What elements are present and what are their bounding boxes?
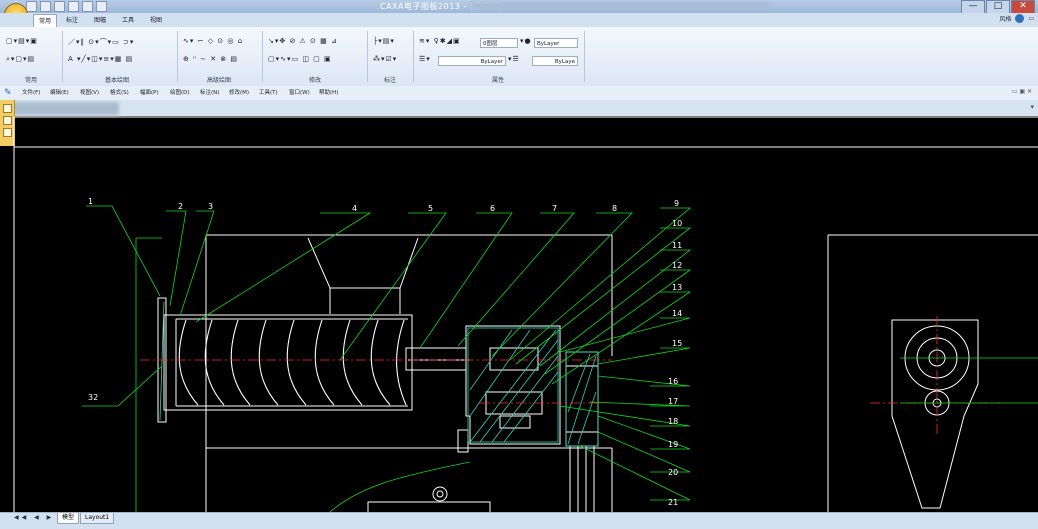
menu-app-icon[interactable]: ✎ <box>4 86 12 100</box>
common-tools-row1[interactable]: ▢▾▤▾▣ <box>6 37 38 45</box>
document-window-controls[interactable]: ▭ ▣ ✕ <box>1012 88 1032 95</box>
ribbon-tabs: 常用 标注 图幅 工具 视图 <box>0 13 1038 28</box>
balloon-4: 4 <box>352 204 357 213</box>
balloon-5: 5 <box>428 204 433 213</box>
menu-bar: ✎ 文件(F) 编辑(E) 视图(V) 格式(S) 幅面(P) 绘图(D) 标注… <box>0 86 1038 101</box>
menu-draw[interactable]: 绘图(D) <box>170 86 190 100</box>
color-picker-icon[interactable]: ▾● <box>520 37 532 45</box>
annotate-row2[interactable]: ⁂▾☑▾ <box>373 55 397 63</box>
ribbon-right-controls: 风格 ▭ <box>999 14 1034 23</box>
menu-format[interactable]: 格式(S) <box>110 86 129 100</box>
print-icon[interactable] <box>68 1 79 12</box>
layer-dropdown[interactable]: 0图层 <box>480 38 518 48</box>
advanced-draw-row1[interactable]: ∿▾ ⌐ ◇ ⊙ ◎ ⌂ <box>183 37 243 45</box>
tab-tools[interactable]: 工具 <box>122 14 134 27</box>
balloon-11: 11 <box>672 241 682 250</box>
tab-common[interactable]: 常用 <box>33 14 58 28</box>
color-dropdown[interactable]: ByLayer <box>534 38 578 48</box>
annotate-row1[interactable]: ├▾▤▾ <box>373 37 395 45</box>
group-label-advanced-draw: 高级绘图 <box>207 77 232 84</box>
save-icon[interactable] <box>54 1 65 12</box>
balloon-21: 21 <box>668 498 678 507</box>
balloon-20: 20 <box>668 468 678 477</box>
lineweight-dropdown[interactable]: ByLaye <box>532 56 578 66</box>
left-tool-icon[interactable] <box>3 104 12 113</box>
balloon-1: 1 <box>88 197 93 206</box>
style-menu[interactable]: 风格 <box>999 14 1011 23</box>
balloon-6: 6 <box>490 204 495 213</box>
tab-model[interactable]: 模型 <box>57 513 80 524</box>
menu-help[interactable]: 帮助(H) <box>319 86 338 100</box>
tab-sheet[interactable]: 图幅 <box>94 14 106 27</box>
common-tools-row2[interactable]: ⌕▾▢▾▤ <box>6 55 35 64</box>
balloon-3: 3 <box>208 202 213 211</box>
status-bar <box>0 512 1038 529</box>
group-label-annotate: 标注 <box>384 77 397 84</box>
linetype-dropdown[interactable]: ByLayer <box>438 56 506 66</box>
advanced-draw-row2[interactable]: ⊕ ⁿ ∼ ✕ ⊗ ▤ <box>183 55 238 63</box>
ribbon-panel: ▢▾▤▾▣ ⌕▾▢▾▤ ／▾∥ ⊙▾⌒▾▭ ⊃▾ A ▾╱▾◫▾≡▾▦ ▤ ∿▾… <box>0 27 1038 87</box>
group-label-basic-draw: 基本绘图 <box>105 77 130 84</box>
balloon-13: 13 <box>672 283 682 292</box>
screw-flights <box>178 319 407 406</box>
basic-draw-row1[interactable]: ／▾∥ ⊙▾⌒▾▭ ⊃▾ <box>68 37 134 47</box>
lineweight-icon[interactable]: ☰▾ <box>419 55 431 63</box>
tab-annotate[interactable]: 标注 <box>66 14 78 27</box>
blurred-region <box>470 2 770 11</box>
group-label-modify: 修改 <box>309 77 322 84</box>
drawing-canvas[interactable]: 1 2 3 4 5 6 7 8 9 10 11 12 13 14 15 16 1… <box>0 116 1038 512</box>
group-label-properties: 属性 <box>492 77 505 84</box>
menu-window[interactable]: 窗口(W) <box>289 86 310 100</box>
menu-sheet[interactable]: 幅面(P) <box>140 86 159 100</box>
menu-view[interactable]: 视图(V) <box>80 86 99 100</box>
open-icon[interactable] <box>40 1 51 12</box>
help-icon[interactable] <box>1015 14 1025 23</box>
balloon-17: 17 <box>668 397 678 406</box>
balloon-15: 15 <box>672 339 682 348</box>
modify-row2[interactable]: ▢▾∿▾▭ ◫ ▢ ▣ <box>268 55 332 63</box>
close-button[interactable]: ✕ <box>1011 0 1035 14</box>
section-hatching <box>159 301 599 447</box>
balloon-7: 7 <box>552 204 557 213</box>
menu-modify[interactable]: 修改(M) <box>229 86 249 100</box>
new-icon[interactable] <box>26 1 37 12</box>
tab-layout1[interactable]: Layout1 <box>80 513 115 524</box>
document-tab-strip <box>0 100 1038 116</box>
maximize-button[interactable]: □ <box>986 0 1010 14</box>
undo-icon[interactable] <box>82 1 93 12</box>
balloon-32: 32 <box>88 393 98 402</box>
document-tab[interactable] <box>9 102 119 115</box>
group-label-common: 常用 <box>25 77 38 84</box>
balloon-16: 16 <box>668 377 678 386</box>
balloon-10: 10 <box>672 219 682 228</box>
menu-dimension[interactable]: 标注(N) <box>200 86 219 100</box>
balloon-12: 12 <box>672 261 682 270</box>
balloon-2: 2 <box>178 202 183 211</box>
balloon-18: 18 <box>668 417 678 426</box>
balloon-9: 9 <box>674 199 679 208</box>
title-bar: CAXA电子图板2013 - [已编辑] — □ ✕ <box>0 0 1038 14</box>
ribbon-minimize-icon[interactable]: ▭ <box>1028 15 1034 22</box>
window-controls: — □ ✕ <box>961 0 1035 14</box>
tab-strip-dropdown-icon[interactable]: ▾ <box>1030 103 1034 111</box>
center-lines <box>140 316 1000 436</box>
layer-tools[interactable]: ≋▾ ♀✱◢▣ <box>419 37 461 45</box>
balloon-8: 8 <box>612 204 617 213</box>
modify-row1[interactable]: ↘▾✥ ⊘ ⚠ ⊙ ▦ ⊿ <box>268 37 338 45</box>
menu-edit[interactable]: 编辑(E) <box>50 86 69 100</box>
tab-view[interactable]: 视图 <box>150 14 162 27</box>
menu-file[interactable]: 文件(F) <box>22 86 40 100</box>
redo-icon[interactable] <box>96 1 107 12</box>
balloon-19: 19 <box>668 440 678 449</box>
minimize-button[interactable]: — <box>961 0 985 14</box>
balloon-14: 14 <box>672 309 682 318</box>
basic-draw-row2[interactable]: A ▾╱▾◫▾≡▾▦ ▤ <box>68 55 133 63</box>
lineweight-tool-icon[interactable]: ▾☰ <box>508 55 520 63</box>
quick-access-toolbar <box>26 1 107 12</box>
menu-tools[interactable]: 工具(T) <box>259 86 278 100</box>
